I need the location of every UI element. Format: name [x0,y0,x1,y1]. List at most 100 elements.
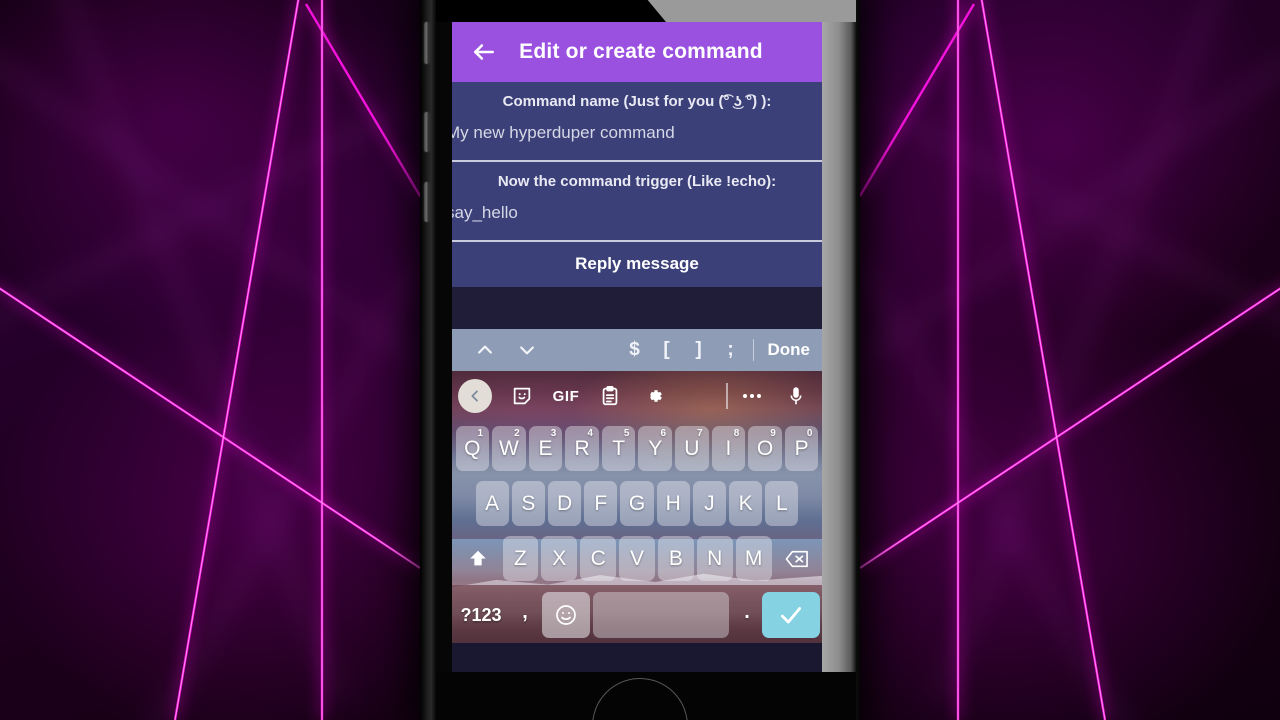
accessory-divider [752,339,754,361]
app-bar: Edit or create command [452,22,822,82]
volume-down-button[interactable] [424,182,429,222]
key-m-label: M [744,546,763,570]
gif-label: GIF [552,387,580,405]
key-q-label: Q [464,436,481,460]
phone-left-bezel [420,0,436,720]
keyboard-row-3: Z X C V B N M [452,531,822,586]
key-u-label: U [684,436,700,460]
symbol-key-bracket-open[interactable]: [ [651,339,683,361]
gif-button[interactable]: GIF [544,374,588,418]
key-y[interactable]: 6Y [638,426,673,471]
key-w-number: 2 [514,428,520,439]
keyboard-row-2: A S D F G H J K L [452,476,822,531]
key-j[interactable]: J [692,481,727,526]
key-b[interactable]: B [657,536,694,581]
phone-right-bezel [822,0,856,672]
key-n-label: N [707,546,723,570]
key-f[interactable]: F [584,481,618,526]
key-l[interactable]: L [765,481,799,526]
key-w-label: W [498,436,519,460]
symbol-key-semicolon[interactable]: ; [715,339,747,361]
command-trigger-input[interactable]: say_hello [452,196,822,240]
command-trigger-label: Now the command trigger (Like !echo): [497,173,777,190]
key-j-label: J [704,491,715,515]
key-g-label: G [628,491,646,515]
key-y-label: Y [648,436,663,460]
shift-up-arrow-icon[interactable] [456,536,500,581]
reply-message-label: Reply message [452,242,822,287]
key-t[interactable]: 5T [601,426,636,471]
key-a[interactable]: A [475,481,509,526]
more-dots-icon[interactable] [730,374,774,418]
key-c[interactable]: C [580,536,617,581]
command-name-field-block: Command name (Just for you (͡° ͜ʖ ͡°) ):… [452,82,822,160]
key-p-number: 0 [806,428,813,439]
backspace-icon[interactable] [775,536,819,581]
emoji-smiley-icon[interactable] [542,592,590,638]
key-p[interactable]: 0P [784,426,819,471]
back-arrow-icon[interactable] [462,30,506,74]
key-u[interactable]: 7U [675,426,709,471]
key-d[interactable]: D [547,481,582,526]
reply-message-input[interactable] [452,287,822,329]
symbols-toggle-key[interactable]: ?123 [454,605,508,626]
key-h[interactable]: H [656,481,690,526]
phone-right-edge [856,0,860,720]
key-z-label: Z [514,546,527,570]
key-e[interactable]: 3E [528,426,563,471]
volume-up-button[interactable] [424,112,429,152]
key-u-number: 7 [697,428,703,439]
symbol-key-dollar[interactable]: $ [619,339,651,361]
key-i-number: 8 [733,428,740,439]
key-z[interactable]: Z [502,536,539,581]
key-q[interactable]: 1Q [455,426,490,471]
page-title: Edit or create command [519,40,763,63]
command-name-label: Command name (Just for you (͡° ͜ʖ ͡°) ): [502,93,772,110]
checkmark-icon[interactable] [762,592,820,638]
chevron-down-icon[interactable] [506,329,548,371]
key-c-label: C [590,546,606,570]
more-dots-glyph [743,394,761,398]
key-v[interactable]: V [619,536,655,581]
key-e-label: E [538,436,553,460]
key-period[interactable]: . [732,592,762,638]
screenshot-stage: Edit or create command Command name (Jus… [0,0,1280,720]
chevron-up-icon[interactable] [464,329,506,371]
command-trigger-field-block: Now the command trigger (Like !echo): sa… [452,162,822,240]
done-button[interactable]: Done [760,340,811,360]
key-y-number: 6 [660,428,667,439]
power-button[interactable] [424,22,429,64]
key-e-number: 3 [550,428,557,439]
space-key[interactable] [593,592,729,638]
chevron-left-icon[interactable] [458,379,492,413]
phone-top-bezel-dark [436,0,666,22]
key-h-label: H [665,491,681,515]
key-f-label: F [594,491,608,515]
key-o-label: O [756,436,774,460]
key-i-label: I [725,436,732,460]
key-m[interactable]: M [735,536,772,581]
keyboard-row-1: 1Q 2W 3E 4R 5T 6Y 7U 8I 9O 0P [452,421,822,476]
key-k[interactable]: K [729,481,763,526]
key-w[interactable]: 2W [492,426,526,471]
key-comma[interactable]: , [508,592,542,638]
command-form: Command name (Just for you (͡° ͜ʖ ͡°) ):… [452,82,822,329]
key-b-label: B [668,546,683,570]
keyboard-accessory-bar: $ [ ] ; Done [452,329,822,371]
clipboard-icon[interactable] [588,374,632,418]
key-i[interactable]: 8I [711,426,746,471]
key-r-number: 4 [587,428,593,439]
symbol-key-bracket-close[interactable]: ] [683,339,715,361]
key-s[interactable]: S [511,481,545,526]
sticker-face-icon[interactable] [500,374,544,418]
command-name-input[interactable]: My new hyperduper command [452,116,822,160]
key-x[interactable]: X [541,536,578,581]
key-g[interactable]: G [620,481,654,526]
key-n[interactable]: N [696,536,733,581]
key-t-label: T [612,436,626,460]
gear-icon[interactable] [632,374,676,418]
key-a-label: A [485,491,500,515]
key-o[interactable]: 9O [748,426,782,471]
microphone-icon[interactable] [774,374,818,418]
key-r[interactable]: 4R [565,426,599,471]
